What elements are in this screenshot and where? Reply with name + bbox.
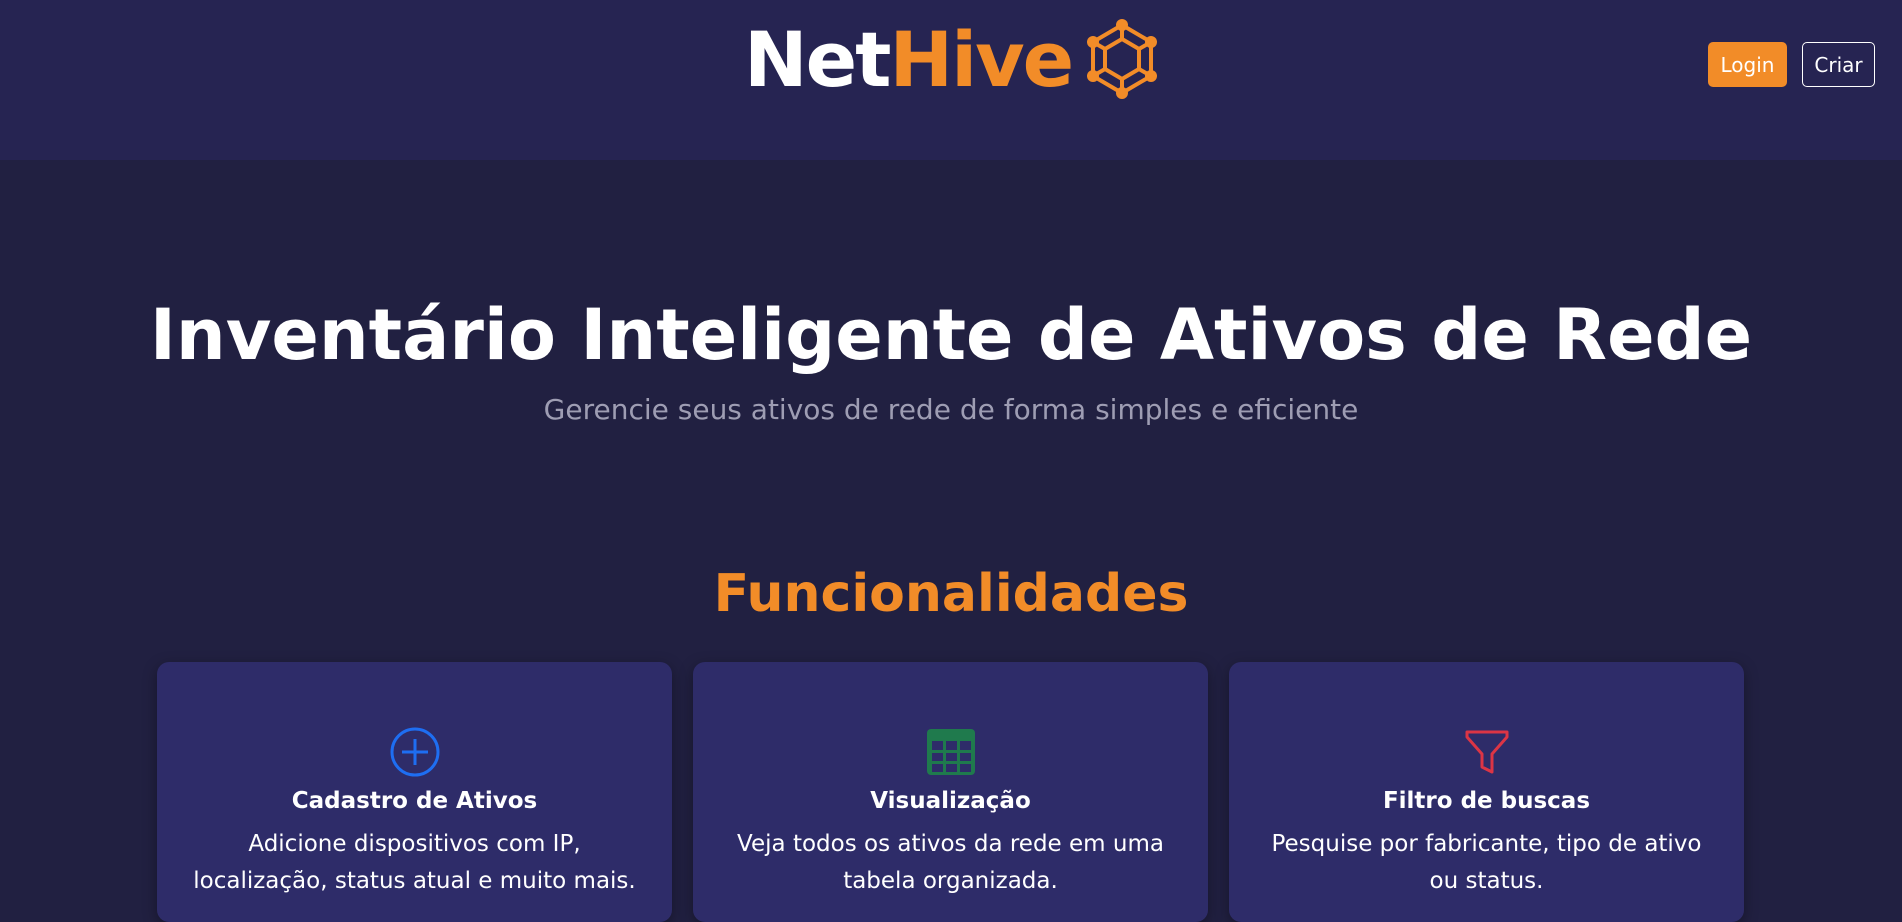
criar-button[interactable]: Criar: [1802, 42, 1875, 87]
card-text: Adicione dispositivos com IP, localizaçã…: [193, 831, 636, 894]
card-text: Pesquise por fabricante, tipo de ativo o…: [1271, 831, 1702, 894]
hexagon-network-icon: [1087, 19, 1158, 99]
features-section-title: Funcionalidades: [713, 564, 1189, 624]
top-header: Net Hive Login Criar: [0, 0, 1902, 160]
feature-card-visualizacao: Visualização Veja todos os ativos da red…: [693, 662, 1208, 922]
hero-subtitle: Gerencie seus ativos de rede de forma si…: [543, 393, 1359, 426]
logo-text-hive: Hive: [889, 14, 1074, 104]
feature-card-cadastro: Cadastro de Ativos Adicione dispositivos…: [157, 662, 672, 922]
nethive-logo[interactable]: Net Hive: [744, 14, 1164, 104]
plus-circle-icon: [390, 727, 440, 777]
card-title: Cadastro de Ativos: [291, 788, 538, 814]
feature-card-filtro: Filtro de buscas Pesquise por fabricante…: [1229, 662, 1744, 922]
filter-icon: [1465, 730, 1509, 774]
login-button[interactable]: Login: [1708, 42, 1787, 87]
hero-title: Inventário Inteligente de Ativos de Rede: [149, 294, 1753, 376]
table-icon: [927, 729, 975, 775]
card-title: Visualização: [870, 788, 1031, 814]
logo-text-net: Net: [744, 14, 891, 104]
card-text: Veja todos os ativos da rede em uma tabe…: [737, 831, 1164, 894]
card-title: Filtro de buscas: [1382, 788, 1591, 814]
